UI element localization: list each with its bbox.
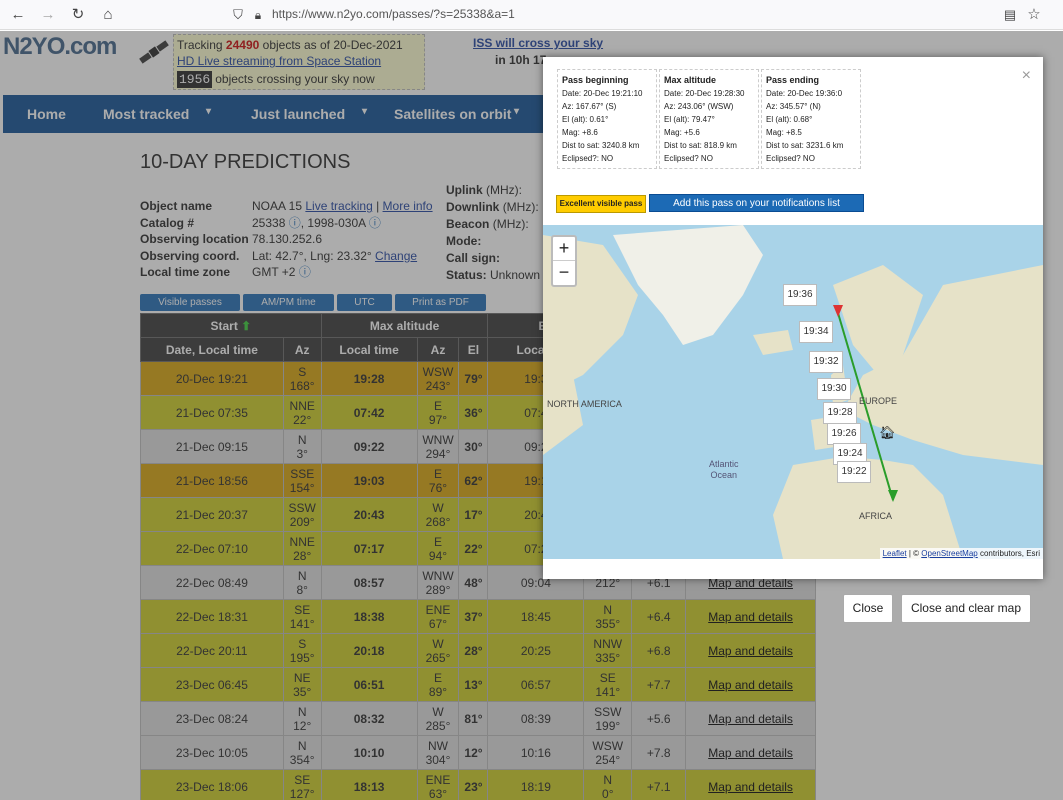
begin-el: El (alt): 0.61° [562, 115, 609, 124]
max-az: Az: 243.06° (WSW) [664, 102, 734, 111]
pass-beginning-title: Pass beginning [562, 75, 629, 85]
zoom-controls: + − [551, 235, 577, 287]
attr-rest: contributors, Esri [977, 549, 1040, 558]
begin-dist: Dist to sat: 3240.8 km [562, 141, 640, 150]
pass-ending-box: Pass ending Date: 20-Dec 19:36:0 Az: 345… [761, 69, 861, 169]
browser-toolbar: ← → ↻ ⌂ ⛉ 🔒︎ https://www.n2yo.com/passes… [0, 0, 1063, 30]
end-eclipsed: Eclipsed? NO [766, 154, 815, 163]
url-bar[interactable]: https://www.n2yo.com/passes/?s=25338&a=1 [272, 7, 515, 21]
time-marker: 19:32 [809, 351, 843, 373]
map-label-atlantic: Atlantic Ocean [709, 459, 739, 481]
time-marker: 19:28 [823, 402, 857, 424]
begin-date: Date: 20-Dec 19:21:10 [562, 89, 643, 98]
max-mag: Mag: +5.6 [664, 128, 700, 137]
close-clear-map-button[interactable]: Close and clear map [901, 594, 1031, 623]
end-el: El (alt): 0.68° [766, 115, 813, 124]
map-label-north-america: NORTH AMERICA [547, 399, 622, 409]
back-icon[interactable]: ← [8, 5, 28, 25]
reader-icon[interactable]: ▤ [1000, 5, 1020, 25]
excellent-pass-badge: Excellent visible pass [556, 195, 646, 213]
pass-ending-title: Pass ending [766, 75, 820, 85]
begin-az: Az: 167.67° (S) [562, 102, 617, 111]
leaflet-link[interactable]: Leaflet [883, 549, 907, 558]
pass-details-modal: × Pass beginning Date: 20-Dec 19:21:10 A… [543, 57, 1043, 579]
pass-map[interactable]: + − NORTH AMERICA EUROPE AFRICA Atlantic… [543, 225, 1043, 559]
end-mag: Mag: +8.5 [766, 128, 802, 137]
time-marker: 19:34 [799, 321, 833, 343]
map-label-atlantic-1: Atlantic [709, 459, 739, 469]
map-label-europe: EUROPE [859, 396, 898, 406]
max-el: El (alt): 79.47° [664, 115, 715, 124]
forward-icon[interactable]: → [38, 5, 58, 25]
end-date: Date: 20-Dec 19:36:0 [766, 89, 843, 98]
time-marker: 19:30 [817, 378, 851, 400]
time-marker: 19:26 [827, 423, 861, 445]
attr-sep: | © [906, 549, 922, 558]
time-marker: 19:36 [783, 284, 817, 306]
zoom-in-button[interactable]: + [553, 237, 575, 261]
observer-home-icon: 🏠︎ [879, 425, 896, 440]
lock-icon: 🔒︎ [254, 8, 262, 22]
max-altitude-title: Max altitude [664, 75, 717, 85]
begin-eclipsed: Eclipsed?: NO [562, 154, 614, 163]
bookmark-star-icon[interactable]: ☆ [1024, 5, 1044, 25]
max-dist: Dist to sat: 818.9 km [664, 141, 737, 150]
map-attribution: Leaflet | © OpenStreetMap contributors, … [879, 548, 1043, 559]
max-altitude-box: Max altitude Date: 20-Dec 19:28:30 Az: 2… [659, 69, 759, 169]
begin-mag: Mag: +8.6 [562, 128, 598, 137]
map-label-atlantic-2: Ocean [710, 470, 738, 480]
close-x-icon[interactable]: × [1022, 67, 1031, 85]
time-marker: 19:22 [837, 461, 871, 483]
end-az: Az: 345.57° (N) [766, 102, 821, 111]
pass-beginning-box: Pass beginning Date: 20-Dec 19:21:10 Az:… [557, 69, 657, 169]
map-background [543, 225, 1043, 559]
max-date: Date: 20-Dec 19:28:30 [664, 89, 745, 98]
home-icon[interactable]: ⌂ [98, 5, 118, 25]
close-button[interactable]: Close [843, 594, 893, 623]
shield-icon[interactable]: ⛉ [228, 5, 248, 25]
map-label-africa: AFRICA [859, 511, 893, 521]
osm-link[interactable]: OpenStreetMap [921, 549, 977, 558]
reload-icon[interactable]: ↻ [68, 5, 88, 25]
add-notification-button[interactable]: Add this pass on your notifications list [649, 194, 864, 212]
max-eclipsed: Eclipsed? NO [664, 154, 713, 163]
zoom-out-button[interactable]: − [553, 261, 575, 285]
end-dist: Dist to sat: 3231.6 km [766, 141, 844, 150]
